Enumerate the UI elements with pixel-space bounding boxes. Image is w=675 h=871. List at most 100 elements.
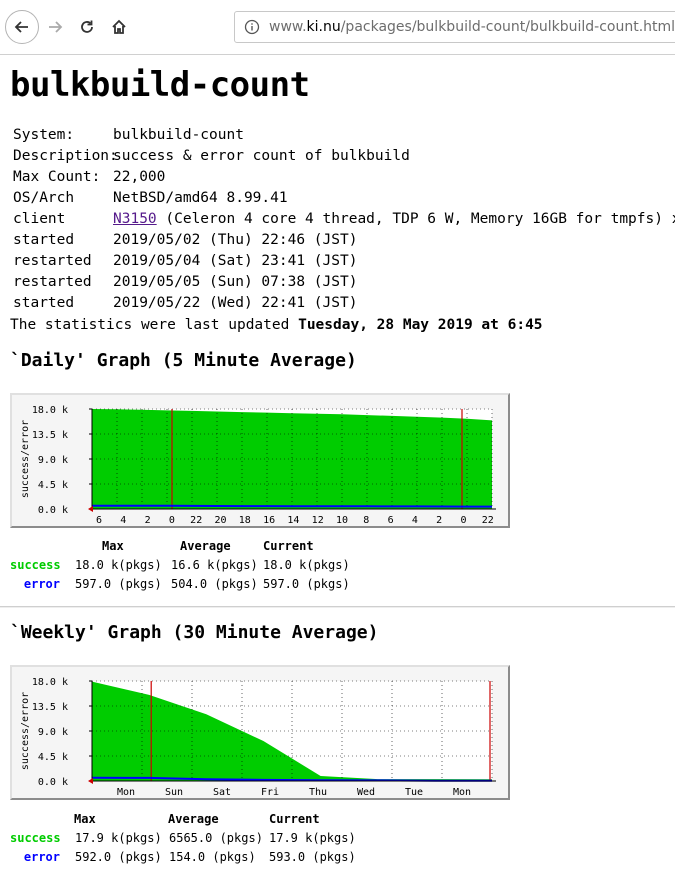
- axis-arrow-marker: [88, 778, 93, 784]
- x-tick-label: Sun: [165, 787, 183, 798]
- y-axis-label: success/error: [20, 692, 31, 770]
- info-value: N3150 (Celeron 4 core 4 thread, TDP 6 W,…: [113, 209, 675, 230]
- error-line: [92, 504, 492, 508]
- browser-toolbar: www.ki.nu/packages/bulkbuild-count/bulkb…: [0, 0, 675, 54]
- info-key: started: [13, 295, 75, 311]
- legend-series-name: success: [10, 558, 61, 572]
- y-tick-label: 4.5 k: [38, 480, 68, 491]
- page-title: bulkbuild-count: [10, 65, 310, 105]
- y-tick-label: 13.5 k: [32, 430, 68, 441]
- x-tick-label: Wed: [357, 787, 375, 798]
- x-tick-label: Sat: [213, 787, 231, 798]
- legend-header-cell: Current: [269, 812, 320, 826]
- daily-graph-title: `Daily' Graph (5 Minute Average): [10, 350, 357, 371]
- legend-max-value: 592.0 (pkgs): [75, 850, 162, 864]
- section-divider: [0, 606, 675, 608]
- info-value: success & error count of bulkbuild: [113, 148, 410, 164]
- legend-header-cell: Current: [263, 539, 314, 553]
- info-value: 22,000: [113, 169, 166, 185]
- x-tick-label: 20: [214, 515, 226, 526]
- info-row: client N3150 (Celeron 4 core 4 thread, TD…: [13, 209, 675, 230]
- info-value: bulkbuild-count: [113, 127, 244, 143]
- info-icon[interactable]: [244, 19, 260, 35]
- back-button[interactable]: [5, 10, 39, 44]
- info-row: OS/Arch NetBSD/amd64 8.99.41: [13, 188, 675, 209]
- info-key: started: [13, 232, 75, 248]
- y-tick-label: 0.0 k: [38, 777, 68, 788]
- legend-avg-value: 16.6 k(pkgs): [171, 558, 258, 572]
- x-tick-label: 4: [412, 515, 418, 526]
- info-row: restarted 2019/05/05 (Sun) 07:38 (JST): [13, 272, 675, 293]
- info-value: 2019/05/04 (Sat) 23:41 (JST): [113, 253, 358, 269]
- url-prefix: www.: [269, 19, 307, 35]
- legend-header-cell: Max: [74, 812, 96, 826]
- legend-cur-value: 593.0 (pkgs): [269, 850, 356, 864]
- x-tick-label: 6: [96, 515, 102, 526]
- legend-series-name: success: [10, 831, 61, 845]
- system-info-table: System: bulkbuild-count Description: succes…: [13, 125, 675, 314]
- legend-max-value: 17.9 k(pkgs): [75, 831, 162, 845]
- legend-cur-value: 17.9 k(pkgs): [269, 831, 356, 845]
- info-row: started 2019/05/22 (Wed) 22:41 (JST): [13, 293, 675, 314]
- reload-icon: [81, 20, 93, 33]
- info-key: client: [13, 211, 66, 227]
- url-bar[interactable]: www.ki.nu/packages/bulkbuild-count/bulkb…: [234, 11, 675, 43]
- x-tick-label: 0: [169, 515, 175, 526]
- y-tick-label: 9.0 k: [38, 727, 68, 738]
- legend-series-name: error: [23, 577, 60, 591]
- info-key: OS/Arch: [13, 190, 75, 206]
- x-tick-label: Tue: [405, 787, 423, 798]
- x-tick-label: 16: [263, 515, 275, 526]
- client-description: (Celeron 4 core 4 thread, TDP 6 W, Memor…: [156, 211, 675, 227]
- x-tick-label: 14: [287, 515, 299, 526]
- x-tick-label: 22: [190, 515, 202, 526]
- weekly-graph-title: `Weekly' Graph (30 Minute Average): [10, 622, 379, 643]
- y-tick-label: 0.0 k: [38, 505, 68, 516]
- legend-header-cell: Max: [102, 539, 124, 553]
- info-row: Description: success & error count of bul…: [13, 146, 675, 167]
- x-tick-label: 10: [336, 515, 348, 526]
- home-icon: [112, 19, 126, 34]
- info-key: Max Count:: [13, 169, 101, 185]
- client-link[interactable]: N3150: [113, 211, 157, 227]
- x-tick-label: Mon: [453, 787, 471, 798]
- legend-cur-value: 18.0 k(pkgs): [263, 558, 350, 572]
- toolbar-divider: [0, 54, 675, 55]
- info-key: restarted: [13, 274, 92, 290]
- last-updated-label: The statistics were last updated: [10, 317, 299, 333]
- arrow-right-icon: [49, 21, 63, 33]
- info-value: 2019/05/02 (Thu) 22:46 (JST): [113, 232, 358, 248]
- info-row: restarted 2019/05/04 (Sat) 23:41 (JST): [13, 251, 675, 272]
- x-tick-label: 8: [363, 515, 369, 526]
- legend-series-name: error: [23, 850, 60, 864]
- weekly-graph-svg: 18.0 k 13.5 k 9.0 k 4.5 k 0.0 k Mon Sun Sat Fri T…: [20, 677, 496, 798]
- home-button[interactable]: [102, 10, 136, 44]
- last-updated-time: Tuesday, 28 May 2019 at 6:45: [298, 317, 543, 333]
- arrow-left-icon: [14, 21, 28, 33]
- legend-max-value: 18.0 k(pkgs): [75, 558, 162, 572]
- reload-button[interactable]: [70, 10, 104, 44]
- y-tick-label: 18.0 k: [32, 677, 68, 688]
- y-tick-label: 4.5 k: [38, 752, 68, 763]
- x-tick-label: 6: [388, 515, 394, 526]
- info-key: System:: [13, 127, 75, 143]
- info-value: 2019/05/05 (Sun) 07:38 (JST): [113, 274, 358, 290]
- url-path: /packages/bulkbuild-count/bulkbuild-coun…: [340, 19, 675, 35]
- daily-graph: 18.0 k 13.5 k 9.0 k 4.5 k 0.0 k 6 4 2 0 22 20 18 16 1…: [10, 393, 510, 528]
- y-tick-label: 13.5 k: [32, 702, 68, 713]
- forward-button[interactable]: [38, 10, 72, 44]
- info-value: NetBSD/amd64 8.99.41: [113, 190, 288, 206]
- x-tick-label: Thu: [309, 787, 327, 798]
- y-tick-label: 18.0 k: [32, 405, 68, 416]
- legend-header-cell: Average: [168, 812, 219, 826]
- legend-avg-value: 6565.0 (pkgs): [169, 831, 263, 845]
- weekly-graph: 18.0 k 13.5 k 9.0 k 4.5 k 0.0 k Mon Sun Sat Fri T…: [10, 665, 510, 800]
- legend-avg-value: 504.0 (pkgs): [171, 577, 258, 591]
- info-row: System: bulkbuild-count: [13, 125, 675, 146]
- x-tick-label: 18: [239, 515, 251, 526]
- y-axis-label: success/error: [20, 420, 31, 498]
- legend-avg-value: 154.0 (pkgs): [169, 850, 256, 864]
- info-row: Max Count: 22,000: [13, 167, 675, 188]
- last-updated-line: The statistics were last updated Tuesday…: [10, 317, 543, 333]
- info-value: 2019/05/22 (Wed) 22:41 (JST): [113, 295, 358, 311]
